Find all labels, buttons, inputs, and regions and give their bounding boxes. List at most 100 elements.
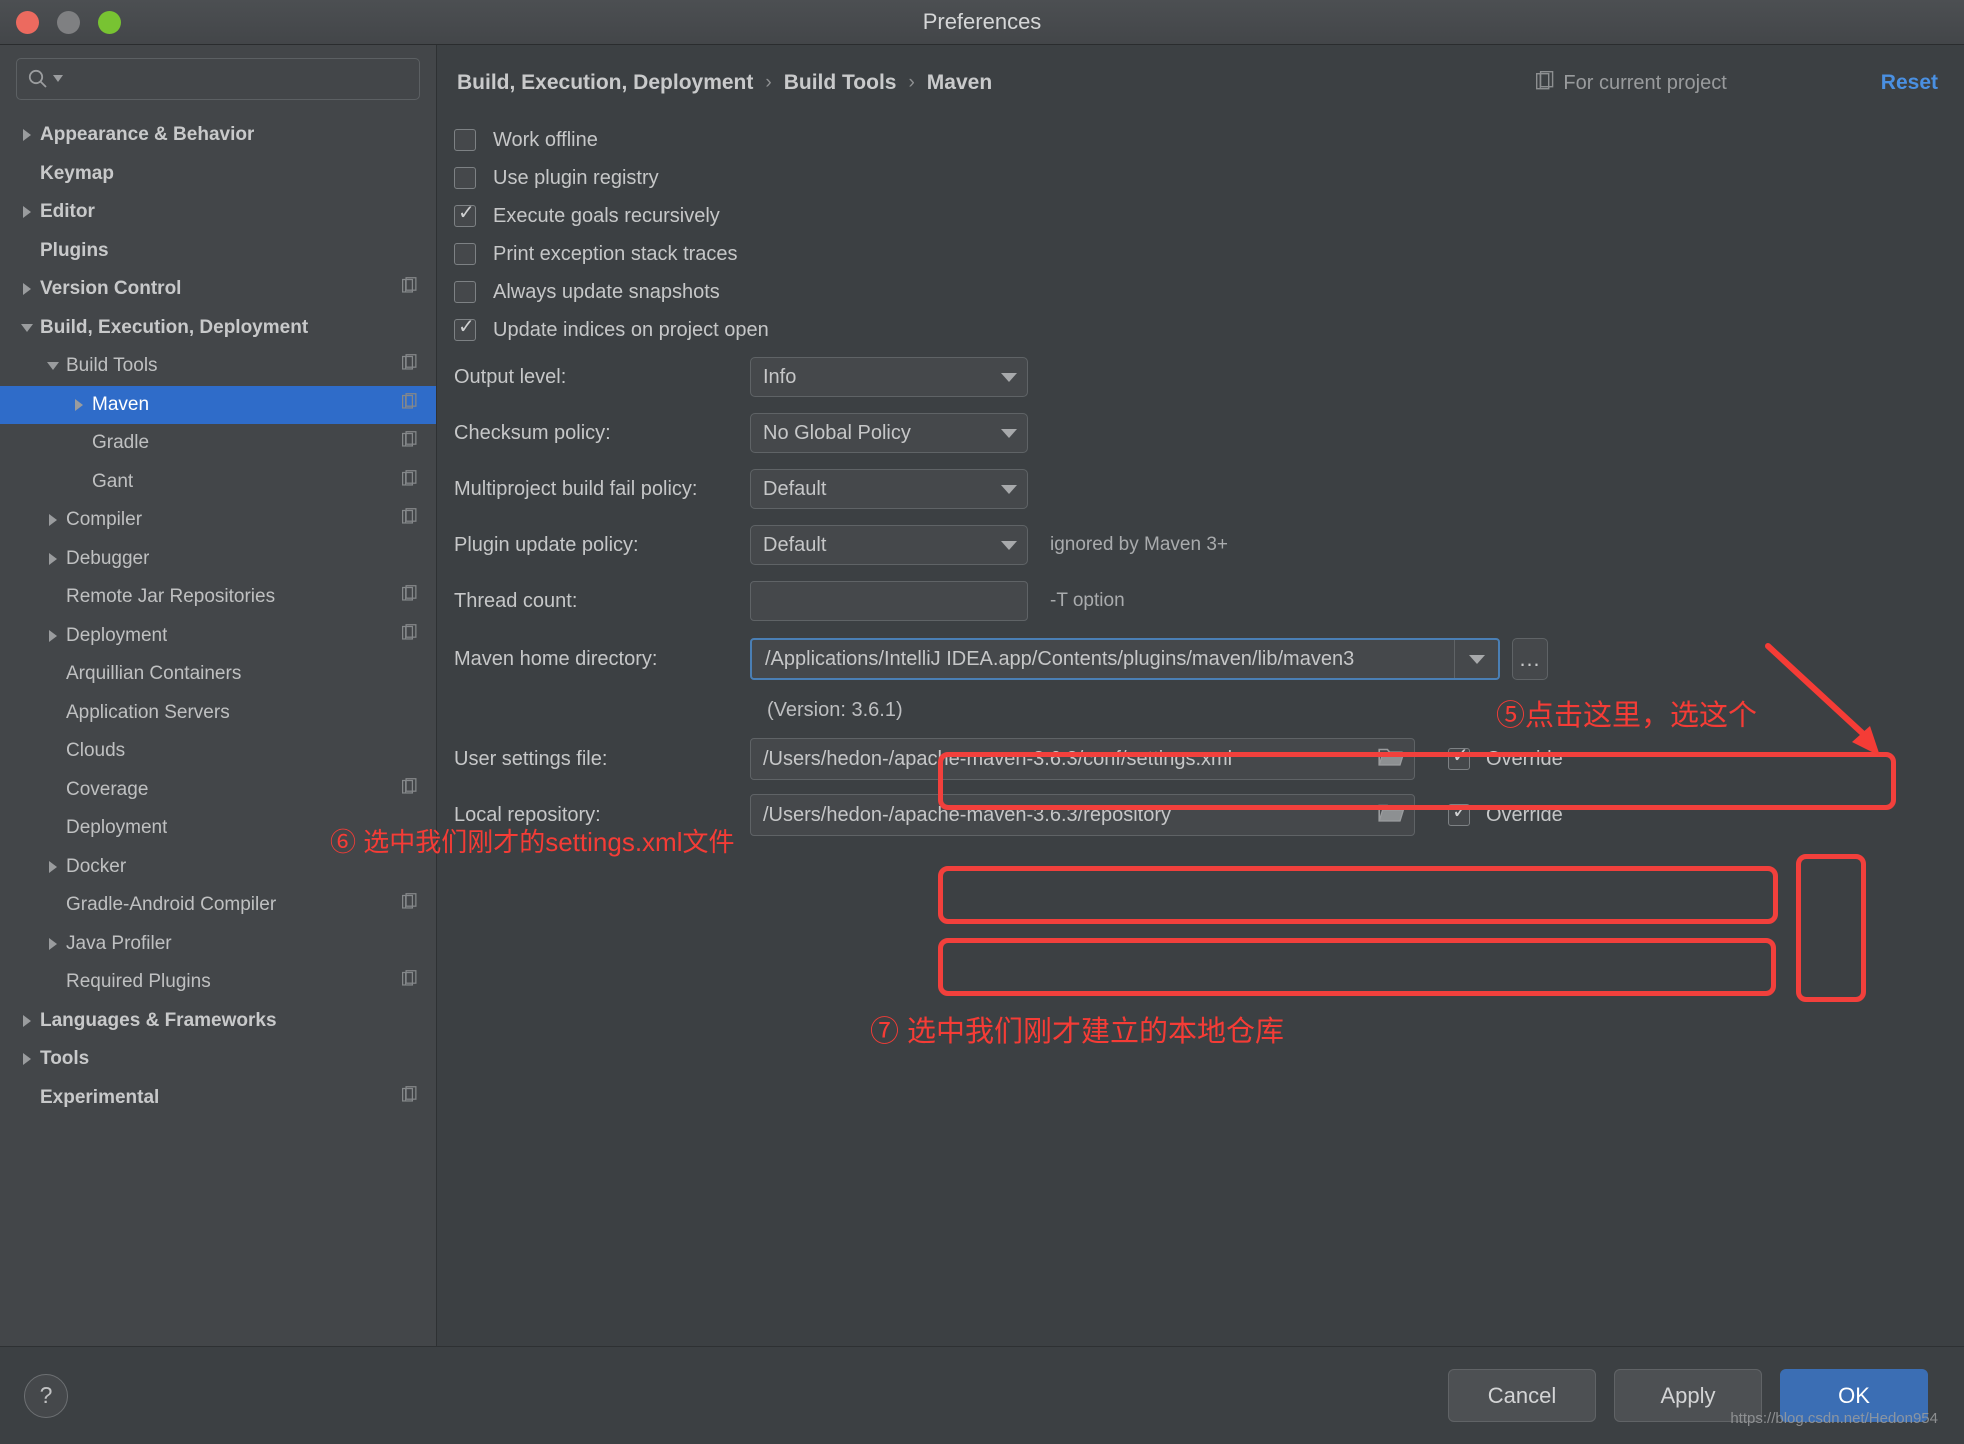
sidebar-item-gradle-android-compiler[interactable]: Gradle-Android Compiler bbox=[0, 886, 436, 925]
folder-icon[interactable] bbox=[1378, 802, 1405, 828]
chevron-right-icon[interactable] bbox=[40, 629, 66, 642]
user-settings-override-group[interactable]: Override bbox=[1448, 745, 1563, 771]
chevron-right-icon[interactable] bbox=[40, 552, 66, 565]
chevron-down-icon[interactable] bbox=[1001, 428, 1017, 438]
sidebar-item-languages-frameworks[interactable]: Languages & Frameworks bbox=[0, 1002, 436, 1041]
sidebar-item-label: Remote Jar Repositories bbox=[66, 586, 276, 608]
sidebar-item-label: Tools bbox=[40, 1048, 90, 1070]
breadcrumb-item-0[interactable]: Build, Execution, Deployment bbox=[457, 71, 753, 95]
sidebar-item-clouds[interactable]: Clouds bbox=[0, 732, 436, 771]
settings-tree[interactable]: Appearance & Behavior Keymap Editor Plugins… bbox=[0, 110, 436, 1346]
sidebar-item-plugins[interactable]: Plugins bbox=[0, 232, 436, 271]
sidebar-item-label: Plugins bbox=[40, 239, 109, 261]
combo-row-output-level: Output level: Info bbox=[437, 349, 1964, 405]
chevron-down-icon[interactable] bbox=[1001, 540, 1017, 550]
user-settings-input[interactable]: /Users/hedon-/apache-maven-3.6.3/conf/se… bbox=[750, 738, 1415, 780]
checkbox-update-indices-on-project-open[interactable] bbox=[454, 316, 476, 341]
reset-link[interactable]: Reset bbox=[1881, 71, 1938, 95]
checkbox-label: Execute goals recursively bbox=[493, 204, 720, 227]
sidebar-item-version-control[interactable]: Version Control bbox=[0, 270, 436, 309]
checkbox-row-update-indices-on-project-open[interactable]: Update indices on project open bbox=[437, 311, 1964, 349]
maven-home-combobox[interactable]: /Applications/IntelliJ IDEA.app/Contents… bbox=[750, 638, 1500, 680]
breadcrumb-item-1[interactable]: Build Tools bbox=[784, 71, 897, 95]
sidebar-item-tools[interactable]: Tools bbox=[0, 1040, 436, 1079]
chevron-right-icon[interactable] bbox=[40, 514, 66, 527]
help-button[interactable]: ? bbox=[24, 1373, 68, 1418]
checkbox-always-update-snapshots[interactable] bbox=[454, 281, 476, 303]
maven-home-value: /Applications/IntelliJ IDEA.app/Contents… bbox=[765, 647, 1355, 670]
thread-count-input[interactable] bbox=[750, 581, 1028, 621]
combo-label: Multiproject build fail policy: bbox=[454, 477, 698, 500]
sidebar-item-appearance-behavior[interactable]: Appearance & Behavior bbox=[0, 116, 436, 155]
chevron-right-icon[interactable] bbox=[40, 860, 66, 873]
sidebar-item-deployment[interactable]: Deployment bbox=[0, 617, 436, 656]
local-repository-override-label: Override bbox=[1486, 803, 1563, 826]
cancel-button[interactable]: Cancel bbox=[1448, 1369, 1596, 1422]
sidebar-item-label: Gradle bbox=[92, 432, 150, 454]
chevron-right-icon[interactable] bbox=[14, 283, 40, 296]
chevron-right-icon[interactable] bbox=[14, 1053, 40, 1066]
checkbox-work-offline[interactable] bbox=[454, 129, 476, 151]
combobox-value: Info bbox=[763, 365, 797, 388]
search-dropdown-icon[interactable] bbox=[53, 75, 63, 83]
sidebar-item-editor[interactable]: Editor bbox=[0, 193, 436, 232]
combobox[interactable]: No Global Policy bbox=[750, 413, 1028, 453]
local-repository-override-checkbox[interactable] bbox=[1448, 801, 1470, 826]
local-repository-input[interactable]: /Users/hedon-/apache-maven-3.6.3/reposit… bbox=[750, 794, 1415, 836]
chevron-down-icon[interactable] bbox=[1001, 484, 1017, 494]
sidebar-item-remote-jar-repositories[interactable]: Remote Jar Repositories bbox=[0, 578, 436, 617]
sidebar-item-arquillian-containers[interactable]: Arquillian Containers bbox=[0, 655, 436, 694]
folder-icon[interactable] bbox=[1378, 746, 1405, 772]
sidebar-item-debugger[interactable]: Debugger bbox=[0, 540, 436, 579]
sidebar-item-gradle[interactable]: Gradle bbox=[0, 424, 436, 463]
local-repository-override-group[interactable]: Override bbox=[1448, 801, 1563, 827]
search-box[interactable] bbox=[16, 58, 420, 100]
user-settings-override-checkbox[interactable] bbox=[1448, 745, 1470, 770]
sidebar-item-build-execution-deployment[interactable]: Build, Execution, Deployment bbox=[0, 309, 436, 348]
sidebar-item-build-tools[interactable]: Build Tools bbox=[0, 347, 436, 386]
user-settings-value: /Users/hedon-/apache-maven-3.6.3/conf/se… bbox=[763, 747, 1233, 770]
sidebar-item-application-servers[interactable]: Application Servers bbox=[0, 694, 436, 733]
checkbox-print-exception-stack-traces[interactable] bbox=[454, 243, 476, 265]
sidebar-item-maven[interactable]: Maven bbox=[0, 385, 436, 424]
maven-home-browse-button[interactable]: … bbox=[1512, 638, 1548, 680]
checkbox-list: Work offline Use plugin registry Execute g… bbox=[437, 121, 1964, 349]
sidebar-item-java-profiler[interactable]: Java Profiler bbox=[0, 925, 436, 964]
checkbox-execute-goals-recursively[interactable] bbox=[454, 202, 476, 227]
sidebar-item-label: Keymap bbox=[40, 162, 114, 184]
chevron-down-icon[interactable] bbox=[40, 362, 66, 371]
thread-count-row: Thread count: -T option bbox=[437, 573, 1964, 629]
combobox[interactable]: Info bbox=[750, 357, 1028, 397]
sidebar-item-compiler[interactable]: Compiler bbox=[0, 501, 436, 540]
sidebar-item-keymap[interactable]: Keymap bbox=[0, 155, 436, 194]
sidebar-item-gant[interactable]: Gant bbox=[0, 463, 436, 502]
chevron-right-icon[interactable] bbox=[14, 206, 40, 219]
checkbox-row-use-plugin-registry[interactable]: Use plugin registry bbox=[437, 159, 1964, 197]
chevron-right-icon[interactable] bbox=[66, 398, 92, 411]
combobox[interactable]: Default bbox=[750, 525, 1028, 565]
project-scope-icon bbox=[401, 354, 418, 378]
chevron-down-icon[interactable] bbox=[14, 323, 40, 332]
combobox[interactable]: Default bbox=[750, 469, 1028, 509]
checkbox-row-always-update-snapshots[interactable]: Always update snapshots bbox=[437, 273, 1964, 311]
checkbox-use-plugin-registry[interactable] bbox=[454, 167, 476, 189]
chevron-down-icon[interactable] bbox=[1454, 640, 1498, 678]
checkbox-row-execute-goals-recursively[interactable]: Execute goals recursively bbox=[437, 197, 1964, 235]
sidebar-item-coverage[interactable]: Coverage bbox=[0, 771, 436, 810]
checkbox-row-print-exception-stack-traces[interactable]: Print exception stack traces bbox=[437, 235, 1964, 273]
chevron-right-icon[interactable] bbox=[14, 1014, 40, 1027]
checkbox-row-work-offline[interactable]: Work offline bbox=[437, 121, 1964, 159]
chevron-right-icon[interactable] bbox=[40, 937, 66, 950]
sidebar-item-experimental[interactable]: Experimental bbox=[0, 1079, 436, 1118]
project-scope-icon bbox=[401, 970, 418, 994]
project-scope-icon bbox=[1536, 70, 1554, 96]
search-input[interactable] bbox=[67, 59, 409, 99]
chevron-down-icon[interactable] bbox=[1001, 372, 1017, 382]
combo-label: Checksum policy: bbox=[454, 421, 611, 444]
chevron-right-icon[interactable] bbox=[14, 129, 40, 142]
sidebar-item-required-plugins[interactable]: Required Plugins bbox=[0, 963, 436, 1002]
sidebar-item-docker[interactable]: Docker bbox=[0, 848, 436, 887]
local-repository-label: Local repository: bbox=[454, 803, 601, 826]
sidebar-item-deployment[interactable]: Deployment bbox=[0, 809, 436, 848]
sidebar-item-label: Editor bbox=[40, 201, 95, 223]
